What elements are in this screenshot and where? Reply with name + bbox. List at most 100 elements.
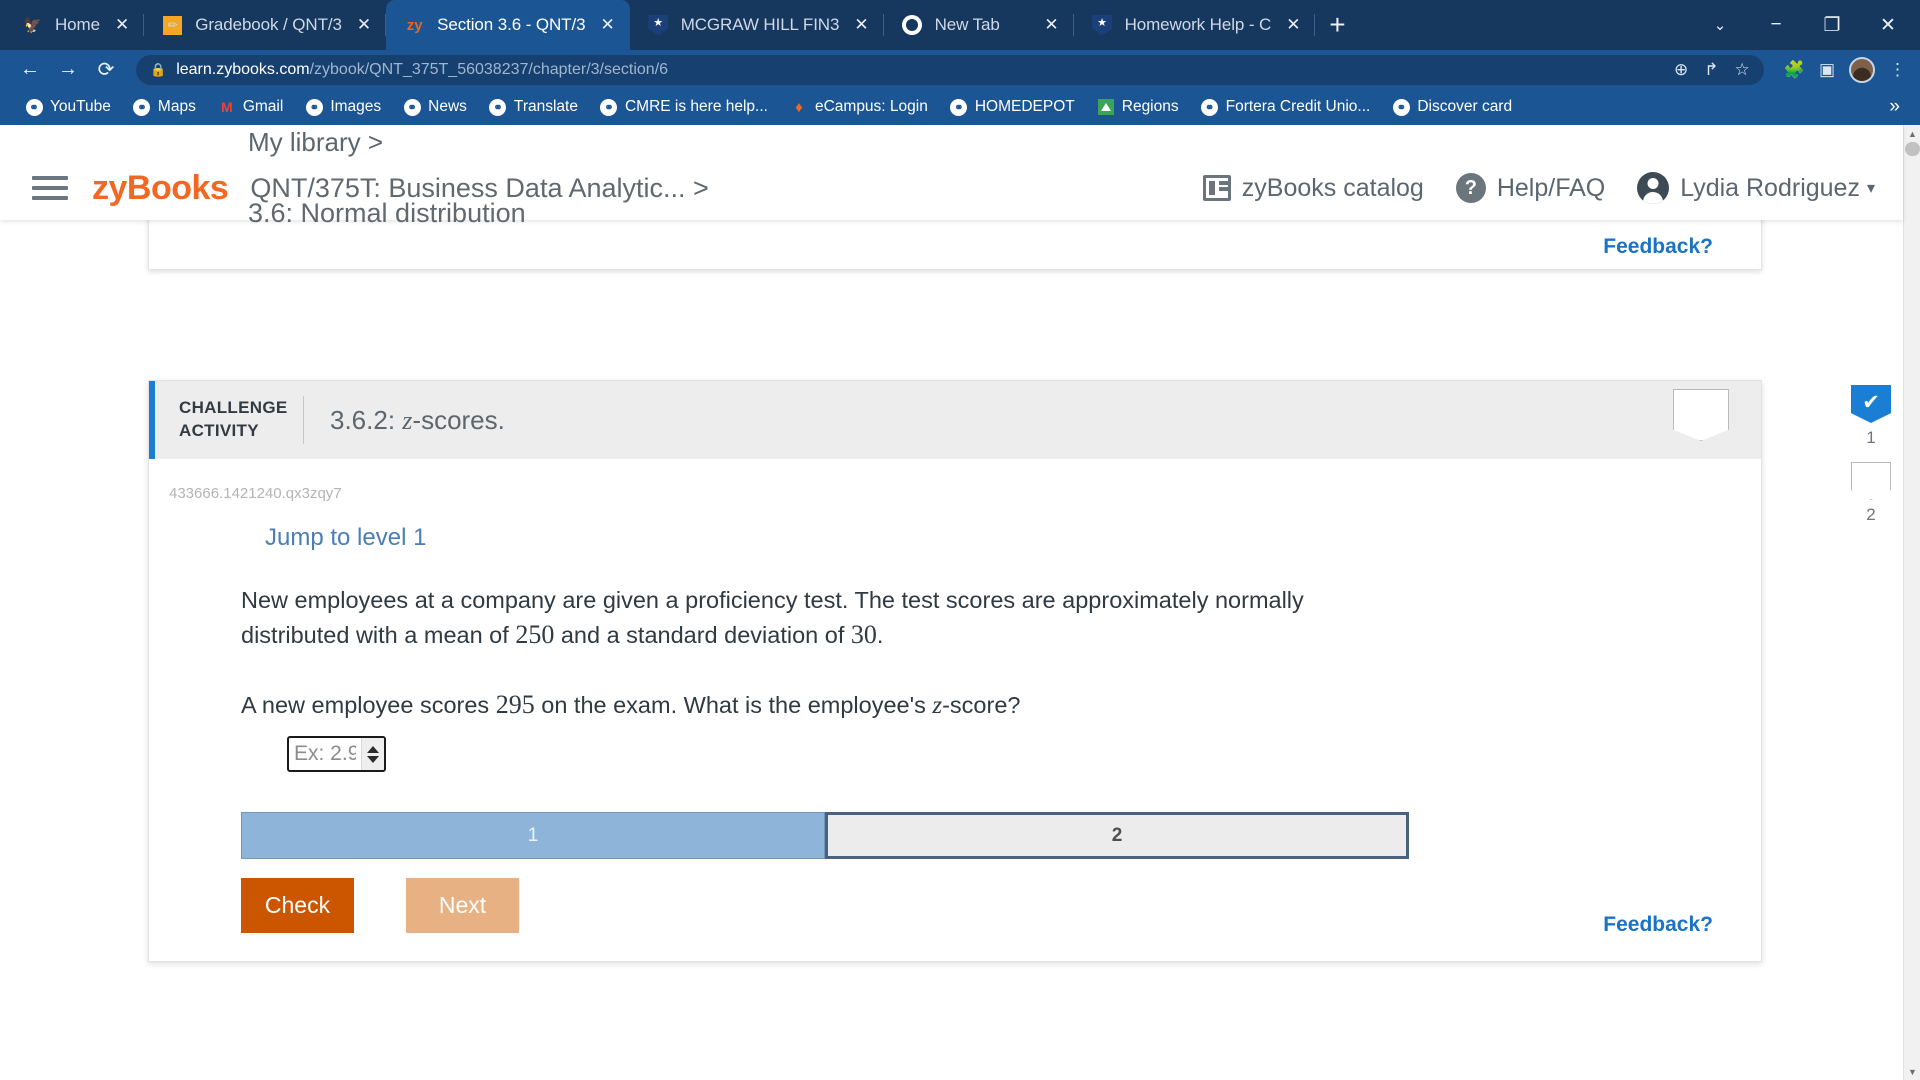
breadcrumb-my-library[interactable]: My library >	[248, 127, 383, 158]
activity-title-italic: z	[402, 405, 413, 435]
user-name: Lydia Rodriguez	[1680, 173, 1860, 202]
omnibox-actions: ⊕ ↱ ☆	[1674, 60, 1750, 80]
jump-to-level-link[interactable]: Jump to level 1	[265, 524, 426, 552]
browser-tab-home[interactable]: 🦅 Home ✕	[4, 0, 145, 50]
stepper-buttons[interactable]	[361, 738, 384, 771]
tab-title: Homework Help - C	[1124, 15, 1272, 34]
tab-close-icon[interactable]: ✕	[112, 15, 132, 35]
url-path: /zybook/QNT_375T_56038237/chapter/3/sect…	[309, 60, 669, 78]
extensions-puzzle-icon[interactable]: 🧩	[1784, 60, 1805, 80]
chevron-down-icon: ▾	[1866, 180, 1875, 197]
z-score-input[interactable]	[289, 738, 361, 771]
level-marker-number: 2	[1866, 505, 1876, 524]
answer-number-stepper[interactable]	[287, 736, 386, 773]
feedback-link-top[interactable]: Feedback?	[1603, 235, 1713, 259]
z-symbol: z	[932, 692, 943, 720]
progress-segment-2[interactable]: 2	[825, 812, 1409, 860]
bookmark-gmail[interactable]: M Gmail	[207, 92, 294, 122]
bookmark-cmre[interactable]: ⚭ CMRE is here help...	[589, 92, 779, 122]
tab-search-chevron-icon[interactable]: ⌄	[1692, 0, 1748, 50]
activity-kind-label: CHALLENGE ACTIVITY	[155, 397, 303, 443]
stepper-down-icon[interactable]	[367, 755, 379, 763]
back-icon[interactable]: ←	[14, 54, 46, 86]
standard-deviation-value: 30	[850, 620, 877, 650]
hamburger-menu-icon[interactable]	[32, 176, 68, 200]
profile-avatar[interactable]	[1849, 56, 1875, 83]
globe-icon: ⚭	[489, 98, 507, 116]
help-faq-link[interactable]: ? Help/FAQ	[1455, 173, 1606, 203]
tab-close-icon[interactable]: ✕	[354, 15, 374, 35]
browser-tab-new-tab[interactable]: New Tab ✕	[884, 0, 1074, 50]
browser-menu-icon[interactable]: ⋮	[1889, 60, 1906, 80]
browser-window: 🦅 Home ✕ ✏ Gradebook / QNT/3 ✕ zy Sectio…	[0, 0, 1920, 1080]
zoom-icon[interactable]: ⊕	[1674, 60, 1688, 80]
employee-score-value: 295	[495, 690, 535, 720]
browser-tab-gradebook[interactable]: ✏ Gradebook / QNT/3 ✕	[144, 0, 387, 50]
page-viewport: My library > zyBooks QNT/375T: Business …	[0, 125, 1920, 1080]
activity-title-rest: -scores.	[412, 404, 505, 435]
bookmark-fortera[interactable]: ⚭ Fortera Credit Unio...	[1190, 92, 1382, 122]
bookmarks-overflow-icon[interactable]: »	[1889, 96, 1906, 118]
header-actions: zyBooks catalog ? Help/FAQ Lydia Rodrigu…	[1202, 172, 1875, 204]
side-panel-icon[interactable]: ▣	[1819, 60, 1835, 80]
stepper-up-icon[interactable]	[367, 745, 379, 753]
feedback-link-bottom[interactable]: Feedback?	[1603, 913, 1713, 937]
bookmark-maps[interactable]: ⚭ Maps	[122, 92, 207, 122]
activity-kind-line-1: CHALLENGE	[179, 398, 288, 418]
globe-icon: ⚭	[25, 98, 43, 116]
progress-segment-1[interactable]: 1	[241, 812, 825, 860]
tab-close-icon[interactable]: ✕	[1041, 15, 1061, 35]
bookmarks-bar: ⚭ YouTube ⚭ Maps M Gmail ⚭ Images ⚭ News…	[0, 89, 1920, 125]
scroll-down-arrow-icon[interactable]: ▼	[1904, 1063, 1920, 1080]
level-marker-2[interactable]: 2	[1851, 462, 1891, 525]
help-label: Help/FAQ	[1496, 173, 1606, 202]
browser-tab-mcgraw-hill[interactable]: ★ MCGRAW HILL FIN3 ✕	[630, 0, 884, 50]
zybooks-catalog-link[interactable]: zyBooks catalog	[1202, 173, 1424, 203]
browser-tab-homework-help[interactable]: ★ Homework Help - C ✕	[1074, 0, 1316, 50]
bookmark-translate[interactable]: ⚭ Translate	[478, 92, 589, 122]
minimize-button[interactable]: −	[1748, 0, 1804, 50]
tab-close-icon[interactable]: ✕	[851, 15, 871, 35]
user-avatar-icon	[1637, 172, 1670, 204]
bookmark-label: Translate	[513, 98, 578, 115]
bookmark-discover[interactable]: ⚭ Discover card	[1381, 92, 1523, 122]
bookmark-label: Discover card	[1417, 98, 1513, 115]
tab-close-icon[interactable]: ✕	[597, 15, 617, 35]
zy-icon: zy	[406, 16, 423, 34]
maximize-button[interactable]: ❐	[1804, 0, 1860, 50]
activity-kind-line-2: ACTIVITY	[179, 421, 259, 440]
new-tab-button[interactable]: +	[1315, 3, 1359, 47]
globe-icon: ⚭	[600, 98, 618, 116]
level-marker-1[interactable]: ✔ 1	[1851, 385, 1891, 448]
bookmark-images[interactable]: ⚭ Images	[294, 92, 392, 122]
window-controls: ⌄ − ❐ ✕	[1692, 0, 1920, 50]
share-icon[interactable]: ↱	[1704, 60, 1718, 80]
tab-close-icon[interactable]: ✕	[1283, 15, 1303, 35]
bookmark-youtube[interactable]: ⚭ YouTube	[14, 92, 122, 122]
bookmark-label: HOMEDEPOT	[974, 98, 1075, 115]
question-paragraph-2: A new employee scores 295 on the exam. W…	[241, 687, 1341, 724]
section-title: 3.6: Normal distribution	[248, 198, 526, 228]
level-markers: ✔ 1 2	[1840, 385, 1902, 525]
header-divider	[303, 396, 304, 444]
bookmark-regions[interactable]: Regions	[1086, 92, 1190, 122]
scrollbar-thumb[interactable]	[1905, 142, 1920, 156]
check-button[interactable]: Check	[241, 878, 354, 934]
bookmark-star-icon[interactable]: ☆	[1735, 60, 1750, 80]
bookmark-homedepot[interactable]: ⚭ HOMEDEPOT	[939, 92, 1086, 122]
address-bar[interactable]: 🔒 learn.zybooks.com/zybook/QNT_375T_5603…	[136, 54, 1764, 85]
reload-icon[interactable]: ⟳	[90, 54, 122, 86]
user-account-menu[interactable]: Lydia Rodriguez ▾	[1637, 172, 1875, 204]
catalog-label: zyBooks catalog	[1241, 173, 1424, 202]
browser-tab-section-3-6[interactable]: zy Section 3.6 - QNT/3 ✕	[386, 0, 630, 50]
tab-strip: 🦅 Home ✕ ✏ Gradebook / QNT/3 ✕ zy Sectio…	[0, 0, 1920, 50]
scroll-up-arrow-icon[interactable]: ▲	[1904, 125, 1920, 142]
bookmark-news[interactable]: ⚭ News	[392, 92, 478, 122]
zybooks-logo[interactable]: zyBooks	[92, 169, 229, 208]
toolbar-icons: 🧩 ▣ ⋮	[1770, 56, 1906, 83]
forward-icon[interactable]: →	[52, 54, 84, 86]
close-window-button[interactable]: ✕	[1860, 0, 1916, 50]
next-button[interactable]: Next	[406, 878, 519, 934]
bookmark-ecampus[interactable]: ♦ eCampus: Login	[779, 92, 939, 122]
page-scrollbar[interactable]: ▲ ▼	[1903, 125, 1920, 1080]
